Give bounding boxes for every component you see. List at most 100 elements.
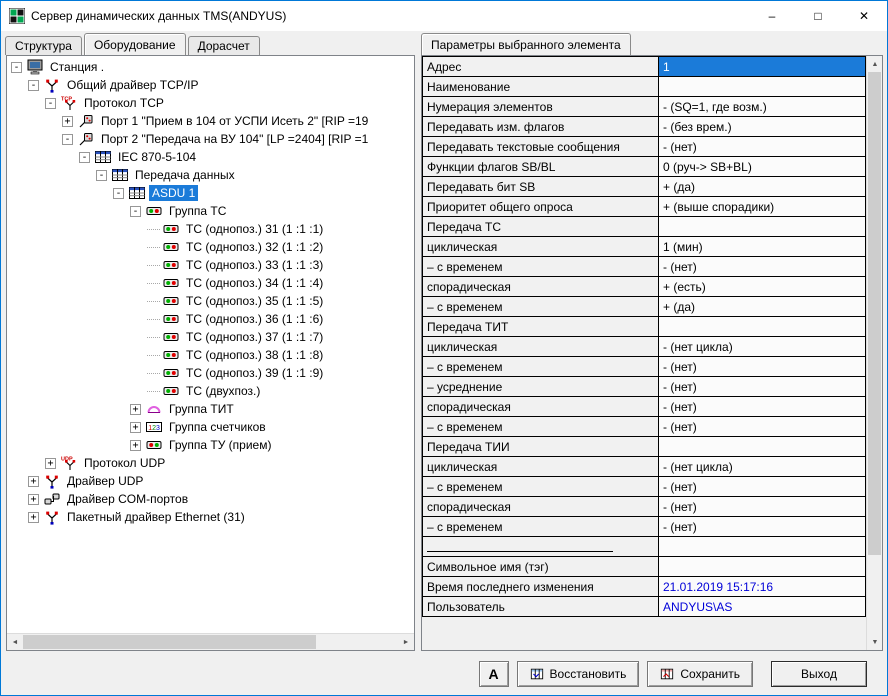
tree-item[interactable]: +Группа ТИТ	[7, 400, 414, 418]
tree-item[interactable]: +Группа ТУ (прием)	[7, 436, 414, 454]
close-button[interactable]: ✕	[841, 1, 887, 31]
param-value[interactable]: 1	[659, 57, 866, 77]
param-value[interactable]	[659, 217, 866, 237]
param-row[interactable]: – с временем- (нет)	[423, 517, 866, 537]
expand-icon[interactable]: +	[130, 422, 141, 433]
param-value[interactable]: - (нет)	[659, 357, 866, 377]
param-value[interactable]: + (есть)	[659, 277, 866, 297]
restore-button[interactable]: Восстановить	[517, 661, 640, 687]
vscroll-thumb[interactable]	[868, 72, 881, 555]
param-row[interactable]: Передача ТИИ	[423, 437, 866, 457]
param-row[interactable]: спорадическая- (нет)	[423, 497, 866, 517]
param-value[interactable]: - (нет)	[659, 377, 866, 397]
param-value[interactable]: - (нет)	[659, 397, 866, 417]
collapse-icon[interactable]: -	[62, 134, 73, 145]
save-button[interactable]: Сохранить	[647, 661, 753, 687]
param-value[interactable]: 21.01.2019 15:17:16	[659, 577, 866, 597]
param-value[interactable]: - (SQ=1, где возм.)	[659, 97, 866, 117]
param-row[interactable]: Приоритет общего опроса+ (выше спорадики…	[423, 197, 866, 217]
param-value[interactable]: ANDYUS\AS	[659, 597, 866, 617]
tree-item[interactable]: -Станция .	[7, 58, 414, 76]
tree-item[interactable]: +Порт 1 "Прием в 104 от УСПИ Исеть 2" [R…	[7, 112, 414, 130]
tree-item[interactable]: ТС (однопоз.) 31 (1 :1 :1)	[7, 220, 414, 238]
param-value[interactable]	[659, 437, 866, 457]
param-value[interactable]: - (нет цикла)	[659, 457, 866, 477]
param-row[interactable]: циклическая- (нет цикла)	[423, 337, 866, 357]
param-value[interactable]: + (да)	[659, 177, 866, 197]
param-row[interactable]: спорадическая+ (есть)	[423, 277, 866, 297]
param-row[interactable]: Передача ТС	[423, 217, 866, 237]
param-value[interactable]: + (выше спорадики)	[659, 197, 866, 217]
param-row[interactable]: Передавать текстовые сообщения- (нет)	[423, 137, 866, 157]
font-button[interactable]: A	[479, 661, 509, 687]
param-row[interactable]: спорадическая- (нет)	[423, 397, 866, 417]
param-value[interactable]: + (да)	[659, 297, 866, 317]
expand-icon[interactable]: +	[28, 512, 39, 523]
tree-item[interactable]: ТС (однопоз.) 33 (1 :1 :3)	[7, 256, 414, 274]
param-row[interactable]: Передавать бит SB+ (да)	[423, 177, 866, 197]
param-row[interactable]: – усреднение- (нет)	[423, 377, 866, 397]
tab-selected-element-params[interactable]: Параметры выбранного элемента	[421, 33, 631, 55]
param-row[interactable]: Время последнего изменения21.01.2019 15:…	[423, 577, 866, 597]
tree-item[interactable]: ТС (однопоз.) 38 (1 :1 :8)	[7, 346, 414, 364]
scroll-right-icon[interactable]: ►	[398, 634, 414, 650]
tree-item[interactable]: -Передача данных	[7, 166, 414, 184]
param-value[interactable]: - (без врем.)	[659, 117, 866, 137]
param-row[interactable]: – с временем- (нет)	[423, 417, 866, 437]
param-value[interactable]: 1 (мин)	[659, 237, 866, 257]
scroll-up-icon[interactable]: ▲	[867, 56, 883, 72]
param-value[interactable]	[659, 557, 866, 577]
maximize-button[interactable]: □	[795, 1, 841, 31]
tree-item[interactable]: -Порт 2 "Передача на ВУ 104" [LP =2404] …	[7, 130, 414, 148]
tree-item[interactable]: -Группа ТС	[7, 202, 414, 220]
tree-item[interactable]: -Общий драйвер TCP/IP	[7, 76, 414, 94]
tree-item[interactable]: ТС (однопоз.) 37 (1 :1 :7)	[7, 328, 414, 346]
param-value[interactable]: - (нет)	[659, 417, 866, 437]
tree-item[interactable]: ТС (однопоз.) 34 (1 :1 :4)	[7, 274, 414, 292]
param-value[interactable]	[659, 317, 866, 337]
param-row[interactable]: – с временем- (нет)	[423, 477, 866, 497]
tree-item[interactable]: ТС (однопоз.) 36 (1 :1 :6)	[7, 310, 414, 328]
expand-icon[interactable]: +	[28, 494, 39, 505]
param-row[interactable]: Адрес1	[423, 57, 866, 77]
expand-icon[interactable]: +	[130, 404, 141, 415]
param-value[interactable]: - (нет)	[659, 137, 866, 157]
tree-item[interactable]: +Пакетный драйвер Ethernet (31)	[7, 508, 414, 526]
collapse-icon[interactable]: -	[45, 98, 56, 109]
tab-recalc[interactable]: Дорасчет	[188, 36, 260, 55]
tree-item[interactable]: +Драйвер UDP	[7, 472, 414, 490]
param-row[interactable]: Функции флагов SB/BL0 (руч-> SB+BL)	[423, 157, 866, 177]
exit-button[interactable]: Выход	[771, 661, 867, 687]
param-row[interactable]: Символьное имя (тэг)	[423, 557, 866, 577]
minimize-button[interactable]: –	[749, 1, 795, 31]
collapse-icon[interactable]: -	[96, 170, 107, 181]
params-vscrollbar[interactable]: ▲ ▼	[866, 56, 882, 650]
param-row[interactable]: – с временем+ (да)	[423, 297, 866, 317]
expand-icon[interactable]: +	[62, 116, 73, 127]
param-value[interactable]: - (нет цикла)	[659, 337, 866, 357]
tree-item[interactable]: +Драйвер COM-портов	[7, 490, 414, 508]
vscroll-track[interactable]	[867, 72, 882, 634]
expand-icon[interactable]: +	[28, 476, 39, 487]
param-row[interactable]: циклическая1 (мин)	[423, 237, 866, 257]
collapse-icon[interactable]: -	[79, 152, 90, 163]
param-row[interactable]: – с временем- (нет)	[423, 357, 866, 377]
param-value[interactable]: - (нет)	[659, 257, 866, 277]
param-value[interactable]: - (нет)	[659, 477, 866, 497]
tree-item[interactable]: ТС (однопоз.) 39 (1 :1 :9)	[7, 364, 414, 382]
tree-item[interactable]: -TCPПротокол TCP	[7, 94, 414, 112]
tree-item[interactable]: ТС (двухпоз.)	[7, 382, 414, 400]
hscroll-thumb[interactable]	[23, 635, 316, 649]
param-row[interactable]	[423, 537, 866, 557]
hscroll-track[interactable]	[23, 634, 398, 650]
param-row[interactable]: ПользовательANDYUS\AS	[423, 597, 866, 617]
collapse-icon[interactable]: -	[130, 206, 141, 217]
param-row[interactable]: – с временем- (нет)	[423, 257, 866, 277]
tab-structure[interactable]: Структура	[5, 36, 82, 55]
param-value[interactable]: - (нет)	[659, 497, 866, 517]
param-value[interactable]	[659, 537, 866, 557]
collapse-icon[interactable]: -	[113, 188, 124, 199]
tree-item[interactable]: -IEC 870-5-104	[7, 148, 414, 166]
collapse-icon[interactable]: -	[28, 80, 39, 91]
tree-hscrollbar[interactable]: ◄ ►	[7, 633, 414, 650]
